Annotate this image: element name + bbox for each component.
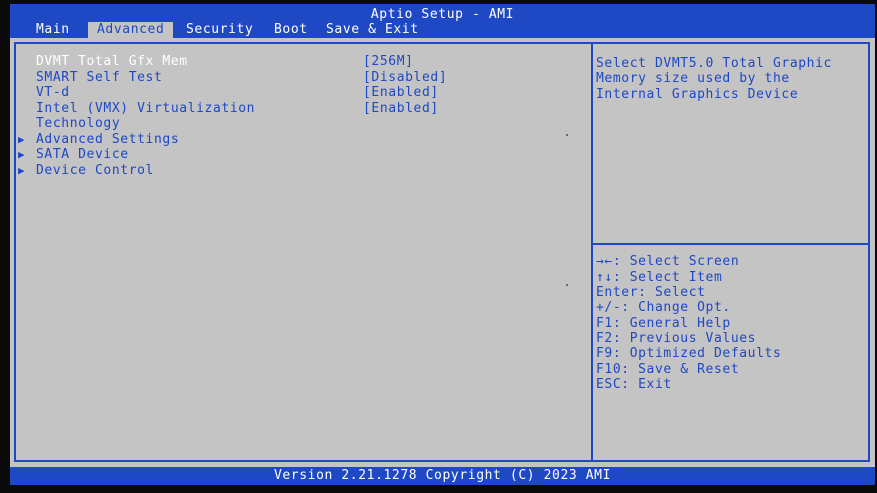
main-frame: DVMT Total Gfx Mem [256M] SMART Self Tes… bbox=[14, 42, 870, 462]
key-hint: ↑↓: Select Item bbox=[596, 270, 723, 285]
scroll-marker bbox=[566, 284, 568, 286]
key-hint: F2: Previous Values bbox=[596, 331, 757, 346]
setting-label[interactable]: VT-d bbox=[36, 85, 70, 101]
setting-value[interactable]: [256M] bbox=[363, 54, 414, 70]
setting-value[interactable]: [Enabled] bbox=[363, 101, 439, 117]
scroll-marker bbox=[566, 134, 568, 136]
tab-boot[interactable]: Boot bbox=[274, 22, 308, 38]
setting-label[interactable]: SMART Self Test bbox=[36, 70, 162, 86]
key-hint: Enter: Select bbox=[596, 285, 706, 300]
key-hint: F1: General Help bbox=[596, 316, 731, 331]
setting-value[interactable]: [Disabled] bbox=[363, 70, 447, 86]
bios-screen: Aptio Setup - AMI Main Advanced Security… bbox=[10, 4, 875, 485]
setting-value[interactable]: [Enabled] bbox=[363, 85, 439, 101]
vertical-divider bbox=[591, 44, 593, 460]
tab-save-exit[interactable]: Save & Exit bbox=[326, 22, 419, 38]
title-bar: Aptio Setup - AMI Main Advanced Security… bbox=[10, 4, 875, 38]
submenu-arrow-icon: ▶ bbox=[18, 133, 26, 146]
help-text-line: Internal Graphics Device bbox=[596, 87, 799, 102]
submenu-label[interactable]: SATA Device bbox=[36, 147, 129, 163]
submenu-label[interactable]: Device Control bbox=[36, 163, 154, 179]
setting-label[interactable]: Intel (VMX) Virtualization bbox=[36, 101, 255, 117]
key-hint: →←: Select Screen bbox=[596, 254, 740, 269]
tab-main[interactable]: Main bbox=[36, 22, 70, 38]
app-title: Aptio Setup - AMI bbox=[370, 7, 515, 22]
submenu-arrow-icon: ▶ bbox=[18, 164, 26, 177]
key-hint: +/-: Change Opt. bbox=[596, 300, 731, 315]
key-hint: F10: Save & Reset bbox=[596, 362, 740, 377]
setting-label-continued: Technology bbox=[36, 116, 121, 131]
tab-security[interactable]: Security bbox=[186, 22, 253, 38]
submenu-label[interactable]: Advanced Settings bbox=[36, 132, 179, 148]
submenu-arrow-icon: ▶ bbox=[18, 148, 26, 161]
key-hint: F9: Optimized Defaults bbox=[596, 346, 782, 361]
horizontal-divider bbox=[593, 243, 868, 245]
footer-version: Version 2.21.1278 Copyright (C) 2023 AMI bbox=[10, 467, 875, 485]
tab-advanced[interactable]: Advanced bbox=[88, 22, 174, 38]
help-text-line: Select DVMT5.0 Total Graphic bbox=[596, 56, 832, 71]
key-hint: ESC: Exit bbox=[596, 377, 672, 392]
help-text-line: Memory size used by the bbox=[596, 71, 790, 86]
setting-label[interactable]: DVMT Total Gfx Mem bbox=[36, 54, 188, 70]
